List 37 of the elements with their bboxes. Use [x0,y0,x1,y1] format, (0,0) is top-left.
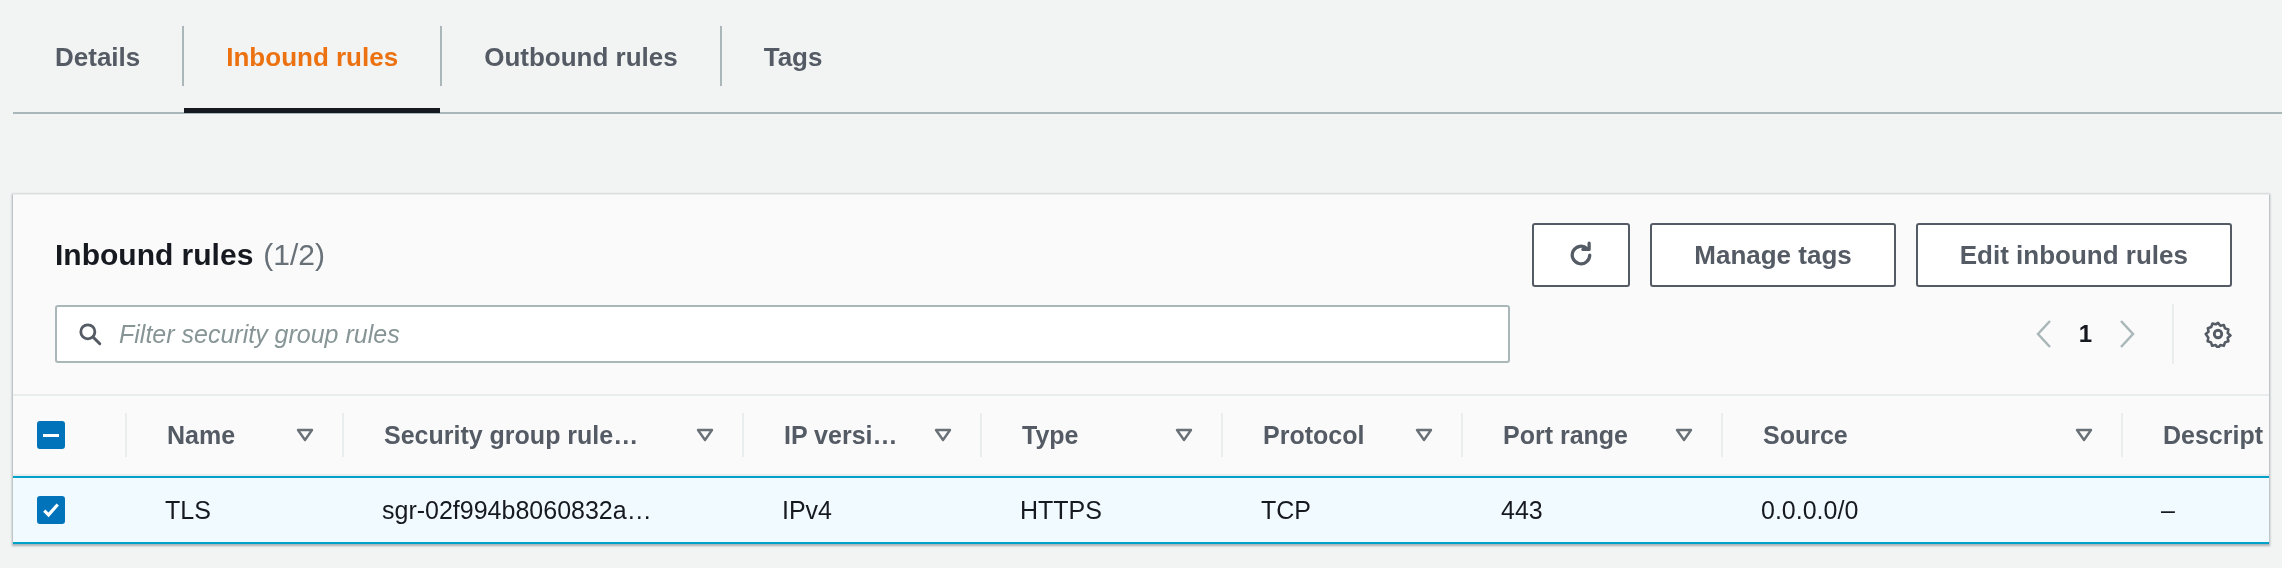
table-cell: 443 [1501,495,1543,524]
sort-icon[interactable] [934,428,952,442]
column-header[interactable]: Name [125,413,342,457]
page-number[interactable]: 1 [2078,320,2092,348]
sort-icon[interactable] [296,428,314,442]
tab[interactable]: Outbound rules [442,1,720,113]
sort-icon[interactable] [1175,428,1193,442]
select-all-checkbox[interactable] [37,421,65,449]
row-checkbox[interactable] [37,496,65,524]
table-row[interactable]: TLS sgr-02f994b8060832a… IPv4 HTTPS TCP 443 0.0.0.0/0 – [13,476,2269,544]
table-cell: – [2161,495,2175,524]
column-header[interactable]: Protocol [1221,413,1461,457]
column-header[interactable]: IP versi… [742,413,980,457]
sort-icon[interactable] [1415,428,1433,442]
column-header[interactable]: Security group rule… [342,413,742,457]
column-header[interactable]: Source [1721,413,2121,457]
manage-tags-button[interactable]: Manage tags [1650,223,1896,287]
table-cell: 0.0.0.0/0 [1761,495,1859,524]
table-cell: sgr-02f994b8060832a… [382,495,652,524]
column-header[interactable]: Descript [2121,413,2269,457]
refresh-button[interactable] [1532,223,1631,287]
search-field[interactable]: Filter security group rules [55,305,1510,363]
table-cell: TLS [165,495,211,524]
table-cell: IPv4 [782,495,833,524]
column-header[interactable]: Port range [1461,413,1721,457]
panel-title: Inbound rules [55,238,254,272]
tab[interactable]: Details [13,1,183,113]
sort-icon[interactable] [1675,428,1693,442]
edit-rules-button[interactable]: Edit inbound rules [1915,223,2232,287]
table-cell: HTTPS [1020,495,1102,524]
tab[interactable]: Tags [721,1,865,113]
settings-icon[interactable] [2204,320,2232,348]
sort-icon[interactable] [696,428,714,442]
sort-icon[interactable] [2075,428,2093,442]
table-cell: TCP [1261,495,1311,524]
rule-count: (1/2) [263,238,325,272]
column-header[interactable]: Type [980,413,1221,457]
